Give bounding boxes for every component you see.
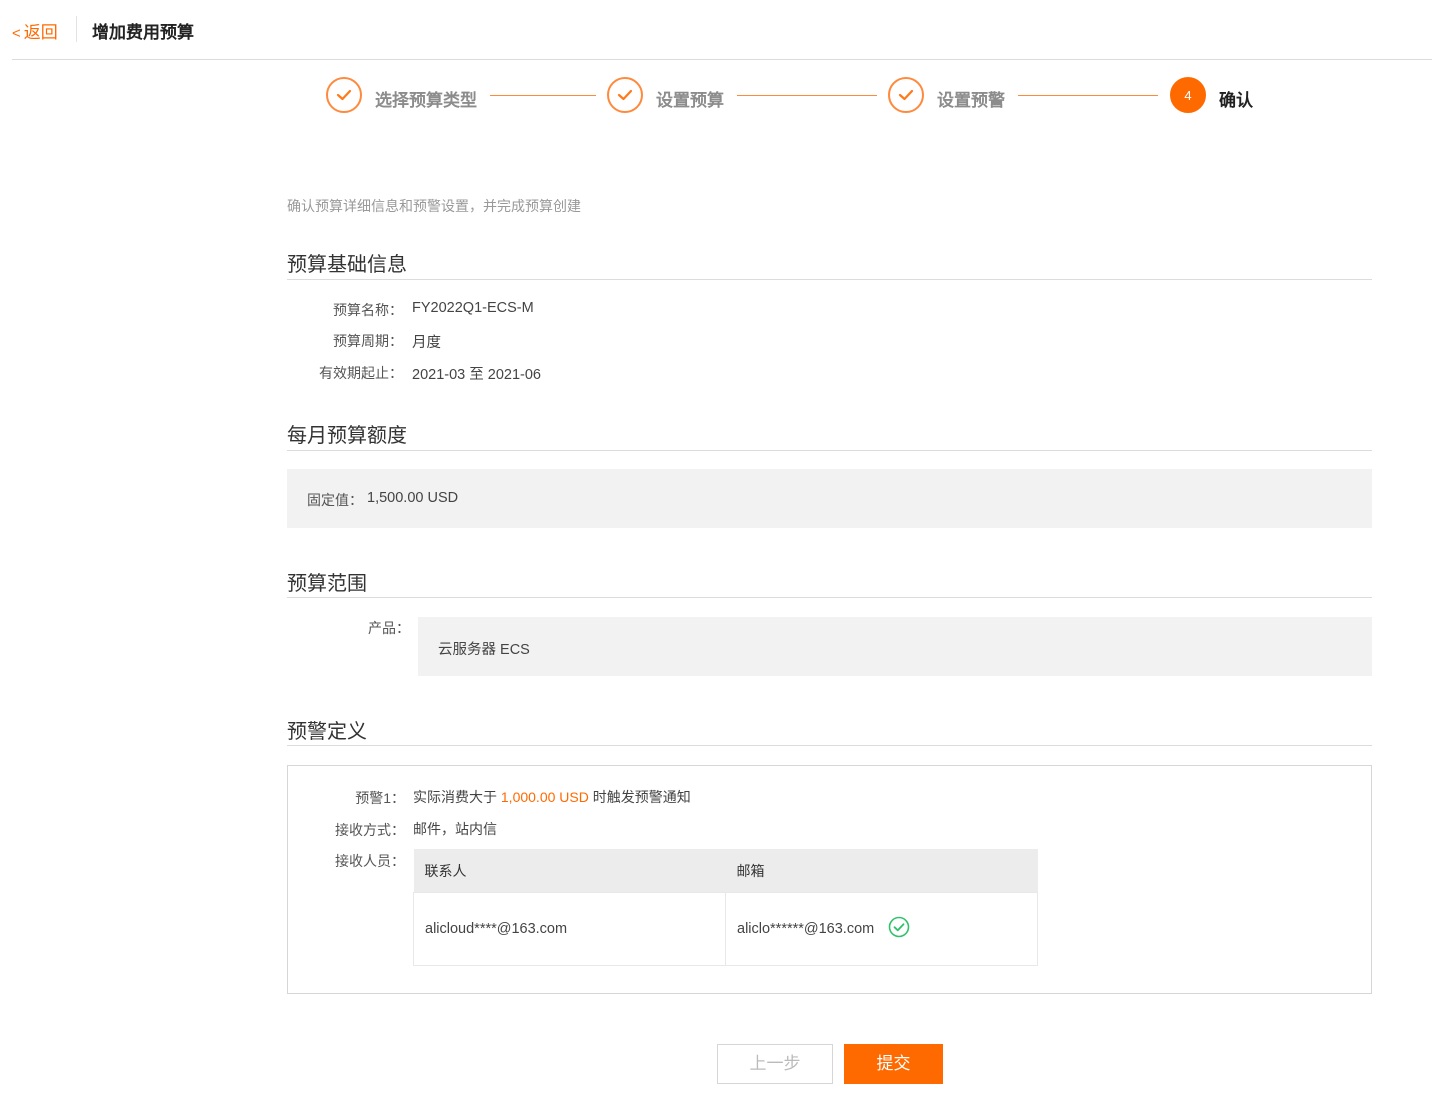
submit-button[interactable]: 提交 — [844, 1044, 943, 1084]
step-4-label: 确认 — [1219, 91, 1253, 110]
recipients-table: 联系人 邮箱 alicloud****@163.com aliclo******… — [413, 849, 1038, 966]
budget-name-label: 预算名称： — [333, 302, 403, 318]
step-connector — [1018, 95, 1158, 96]
section-divider — [287, 597, 1372, 598]
section-divider — [287, 450, 1372, 451]
verified-check-icon — [888, 916, 910, 942]
validity-value: 2021-03 至 2021-06 — [412, 367, 541, 383]
budget-name-value: FY2022Q1-ECS-M — [412, 300, 534, 316]
section-divider — [287, 279, 1372, 280]
budget-period-label: 预算周期： — [333, 333, 403, 349]
table-row: alicloud****@163.com aliclo******@163.co… — [413, 892, 1038, 966]
fixed-value: 1,500.00 USD — [367, 490, 459, 506]
back-link[interactable]: < 返回 — [12, 18, 58, 43]
step-2-check-icon — [607, 77, 643, 113]
intro-text: 确认预算详细信息和预警设置，并完成预算创建 — [287, 198, 581, 214]
prev-step-button[interactable]: 上一步 — [717, 1044, 833, 1084]
method-label: 接收方式： — [335, 822, 405, 838]
monthly-amount-box: 固定值： 1,500.00 USD — [287, 469, 1372, 528]
chevron-left-icon: < — [12, 25, 21, 42]
step-1-label: 选择预算类型 — [375, 91, 477, 110]
page-header: < 返回 增加费用预算 — [12, 0, 1432, 60]
alert1-prefix: 实际消费大于 — [413, 789, 497, 805]
section-title-alerts: 预警定义 — [287, 721, 367, 743]
section-title-scope: 预算范围 — [287, 573, 367, 595]
recipients-label: 接收人员： — [335, 853, 405, 869]
step-2-label: 设置预算 — [656, 91, 724, 110]
product-value: 云服务器 ECS — [438, 642, 530, 658]
budget-period-value: 月度 — [412, 335, 441, 351]
step-4-number: 4 — [1170, 77, 1206, 113]
header-divider — [76, 16, 77, 42]
section-title-monthly: 每月预算额度 — [287, 425, 407, 447]
column-header-email: 邮箱 — [725, 849, 1038, 893]
fixed-value-label: 固定值： — [307, 492, 363, 508]
alert1-label: 预警1： — [355, 790, 405, 806]
product-label: 产品： — [368, 620, 410, 636]
validity-label: 有效期起止： — [319, 365, 403, 381]
section-divider — [287, 745, 1372, 746]
alert1-amount: 1,000.00 USD — [500, 789, 589, 805]
column-header-contact: 联系人 — [413, 849, 726, 893]
step-3-check-icon — [888, 77, 924, 113]
email-cell: aliclo******@163.com — [725, 892, 1038, 966]
step-1-check-icon — [326, 77, 362, 113]
step-connector — [737, 95, 877, 96]
back-label: 返回 — [23, 23, 58, 42]
alert1-suffix: 时触发预警通知 — [592, 789, 691, 805]
page-title: 增加费用预算 — [92, 23, 194, 42]
table-header-row: 联系人 邮箱 — [413, 849, 1038, 893]
step-connector — [490, 95, 596, 96]
product-box: 云服务器 ECS — [418, 617, 1372, 676]
method-value: 邮件，站内信 — [413, 821, 497, 837]
email-value: aliclo******@163.com — [737, 920, 875, 937]
alert1-description: 实际消费大于 1,000.00 USD 时触发预警通知 — [413, 787, 691, 807]
step-3-label: 设置预警 — [937, 91, 1005, 110]
section-title-basic: 预算基础信息 — [287, 254, 407, 276]
contact-cell: alicloud****@163.com — [413, 892, 726, 966]
